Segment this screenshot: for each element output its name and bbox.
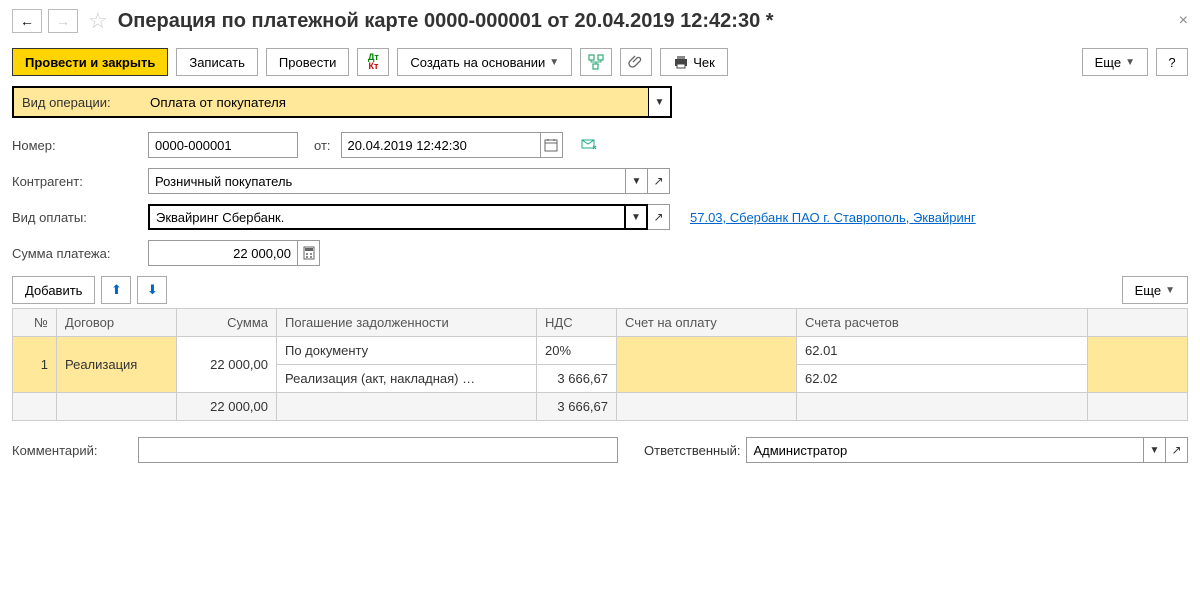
operation-type-dropdown[interactable]: ▼ — [648, 88, 670, 116]
create-based-button[interactable]: Создать на основании ▼ — [397, 48, 572, 76]
col-num: № — [13, 309, 57, 337]
operation-type-input[interactable] — [144, 88, 648, 116]
operation-type-label: Вид операции: — [14, 95, 144, 110]
arrow-down-icon: ⬇ — [147, 282, 158, 298]
calculator-icon — [301, 245, 317, 261]
date-input[interactable] — [341, 132, 541, 158]
responsible-label: Ответственный: — [644, 443, 740, 458]
payment-type-open-button[interactable]: ↗ — [648, 204, 670, 230]
date-picker-button[interactable] — [541, 132, 563, 158]
main-toolbar: Провести и закрыть Записать Провести ДтК… — [12, 48, 1188, 76]
amount-label: Сумма платежа: — [12, 246, 142, 261]
save-button[interactable]: Записать — [176, 48, 258, 76]
account-link[interactable]: 57.03, Сбербанк ПАО г. Ставрополь, Эквай… — [690, 210, 976, 225]
cell-vat-1[interactable]: 20% — [537, 337, 617, 365]
printer-icon — [673, 54, 689, 70]
post-and-close-button[interactable]: Провести и закрыть — [12, 48, 168, 76]
responsible-open-button[interactable]: ↗ — [1166, 437, 1188, 463]
responsible-dropdown[interactable]: ▼ — [1144, 437, 1166, 463]
structure-button[interactable] — [580, 48, 612, 76]
payments-table: № Договор Сумма Погашение задолженности … — [12, 308, 1188, 421]
calculator-button[interactable] — [298, 240, 320, 266]
chevron-down-icon: ▼ — [1125, 57, 1135, 68]
dt-kt-icon: ДтКт — [368, 53, 379, 71]
move-down-button[interactable]: ⬇ — [137, 276, 167, 304]
cell-contract[interactable]: Реализация — [57, 337, 177, 393]
more-button[interactable]: Еще ▼ — [1082, 48, 1148, 76]
table-more-button[interactable]: Еще ▼ — [1122, 276, 1188, 304]
table-footer-row: 22 000,00 3 666,67 — [13, 393, 1188, 421]
cell-acc-2[interactable]: 62.02 — [797, 365, 1088, 393]
cell-debt-2[interactable]: Реализация (акт, накладная) … — [277, 365, 537, 393]
favorite-star-icon[interactable]: ☆ — [88, 8, 108, 34]
cell-empty — [1088, 337, 1188, 393]
counterparty-dropdown[interactable]: ▼ — [626, 168, 648, 194]
arrow-up-icon: ⬆ — [111, 282, 122, 298]
footer-sum: 22 000,00 — [177, 393, 277, 421]
more-label: Еще — [1095, 55, 1121, 70]
col-contract: Договор — [57, 309, 177, 337]
cell-sum[interactable]: 22 000,00 — [177, 337, 277, 393]
close-icon[interactable]: × — [1179, 12, 1188, 30]
comment-input[interactable] — [138, 437, 618, 463]
paperclip-icon — [628, 54, 644, 70]
create-based-label: Создать на основании — [410, 55, 545, 70]
check-label: Чек — [693, 55, 715, 70]
move-up-button[interactable]: ⬆ — [101, 276, 131, 304]
col-accounts: Счета расчетов — [797, 309, 1088, 337]
payment-type-input[interactable] — [148, 204, 626, 230]
col-vat: НДС — [537, 309, 617, 337]
chevron-down-icon: ▼ — [1165, 285, 1175, 296]
dt-kt-button[interactable]: ДтКт — [357, 48, 389, 76]
number-input[interactable] — [148, 132, 298, 158]
nav-forward-button[interactable]: → — [48, 9, 78, 33]
check-button[interactable]: Чек — [660, 48, 728, 76]
help-button[interactable]: ? — [1156, 48, 1188, 76]
counterparty-open-button[interactable]: ↗ — [648, 168, 670, 194]
cell-num: 1 — [13, 337, 57, 393]
col-empty — [1088, 309, 1188, 337]
col-debt: Погашение задолженности — [277, 309, 537, 337]
cell-debt-1[interactable]: По документу — [277, 337, 537, 365]
payment-type-label: Вид оплаты: — [12, 210, 142, 225]
attach-button[interactable] — [620, 48, 652, 76]
col-sum: Сумма — [177, 309, 277, 337]
chevron-down-icon: ▼ — [549, 57, 559, 68]
add-row-button[interactable]: Добавить — [12, 276, 95, 304]
calendar-icon — [543, 137, 559, 153]
operation-type-group: Вид операции: ▼ — [12, 86, 672, 118]
cell-vat-2[interactable]: 3 666,67 — [537, 365, 617, 393]
cell-invoice[interactable] — [617, 337, 797, 393]
nav-back-button[interactable]: ← — [12, 9, 42, 33]
comment-label: Комментарий: — [12, 443, 132, 458]
table-row[interactable]: 1 Реализация 22 000,00 По документу 20% … — [13, 337, 1188, 365]
number-label: Номер: — [12, 138, 142, 153]
col-invoice: Счет на оплату — [617, 309, 797, 337]
responsible-input[interactable] — [746, 437, 1144, 463]
counterparty-label: Контрагент: — [12, 174, 142, 189]
mail-icon[interactable] — [581, 136, 597, 155]
page-title: Операция по платежной карте 0000-000001 … — [118, 10, 774, 33]
structure-icon — [588, 54, 604, 70]
table-more-label: Еще — [1135, 283, 1161, 298]
from-label: от: — [314, 138, 331, 153]
amount-input[interactable] — [148, 240, 298, 266]
payment-type-dropdown[interactable]: ▼ — [626, 204, 648, 230]
counterparty-input[interactable] — [148, 168, 626, 194]
post-button[interactable]: Провести — [266, 48, 350, 76]
table-header-row: № Договор Сумма Погашение задолженности … — [13, 309, 1188, 337]
cell-acc-1[interactable]: 62.01 — [797, 337, 1088, 365]
footer-vat: 3 666,67 — [537, 393, 617, 421]
